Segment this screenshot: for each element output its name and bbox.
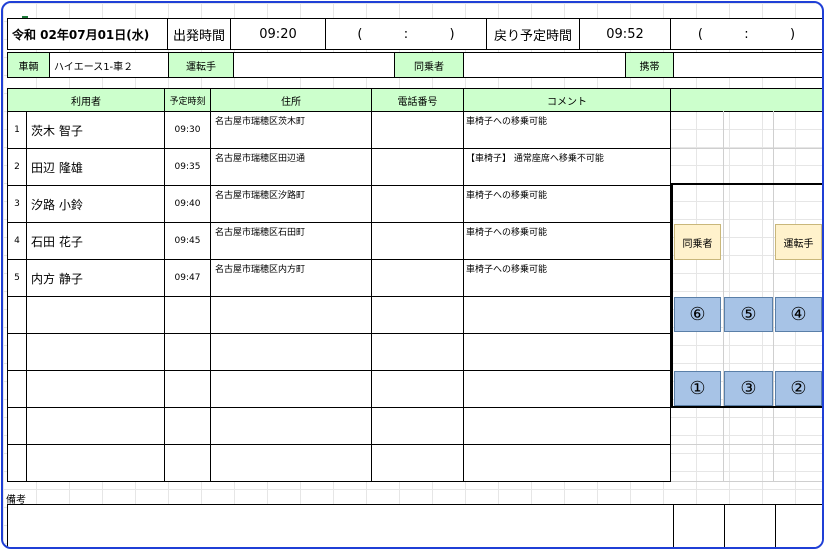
phone-number[interactable] (371, 111, 464, 149)
scheduled-time[interactable] (164, 444, 211, 482)
phone-number[interactable] (371, 148, 464, 186)
scheduled-time[interactable]: 09:30 (164, 111, 211, 149)
phone-number[interactable] (371, 259, 464, 297)
address[interactable] (210, 407, 372, 445)
comment[interactable]: 車椅子への移乗可能 (463, 111, 671, 149)
phone-value[interactable] (673, 52, 822, 78)
seatmap-gridline (671, 148, 822, 149)
row-number (7, 370, 27, 408)
row-number: 2 (7, 148, 27, 186)
companion-seat-tag: 同乗者 (674, 224, 721, 260)
depart-time-paren[interactable]: ( : ) (325, 18, 487, 50)
seat-3[interactable]: ③ (724, 371, 773, 406)
scheduled-time[interactable]: 09:45 (164, 222, 211, 260)
seat-1[interactable]: ① (674, 371, 721, 406)
phone-number[interactable] (371, 185, 464, 223)
depart-time[interactable]: 09:20 (230, 18, 326, 50)
scheduled-time[interactable] (164, 407, 211, 445)
companion-label: 同乗者 (394, 52, 464, 78)
seatmap-gridline (671, 444, 822, 445)
address[interactable] (210, 296, 372, 334)
vehicle-value[interactable]: ハイエース1-車２ (49, 52, 169, 78)
scheduled-time[interactable] (164, 296, 211, 334)
seat-5[interactable]: ⑤ (724, 297, 773, 332)
seatmap-gridline (671, 481, 822, 482)
scheduled-time[interactable]: 09:40 (164, 185, 211, 223)
row-number (7, 296, 27, 334)
address[interactable]: 名古屋市瑞穂区茨木町 (210, 111, 372, 149)
scheduled-time[interactable]: 09:47 (164, 259, 211, 297)
user-name[interactable] (26, 370, 165, 408)
comment[interactable] (463, 333, 671, 371)
comment[interactable] (463, 370, 671, 408)
user-name[interactable]: 田辺 隆雄 (26, 148, 165, 186)
seat-6[interactable]: ⑥ (674, 297, 721, 332)
comment[interactable]: 車椅子への移乗可能 (463, 185, 671, 223)
phone-number[interactable] (371, 444, 464, 482)
address[interactable] (210, 444, 372, 482)
user-name[interactable] (26, 296, 165, 334)
comment[interactable]: 車椅子への移乗可能 (463, 222, 671, 260)
driver-label: 運転手 (168, 52, 234, 78)
phone-number[interactable] (371, 333, 464, 371)
scheduled-time[interactable] (164, 370, 211, 408)
notes-extra-cell[interactable] (775, 504, 822, 547)
date-cell[interactable]: 令和 02年07月01日(水) (7, 18, 168, 50)
phone-label: 携帯 (625, 52, 674, 78)
col-header-seatmap (670, 88, 822, 112)
col-header-user: 利用者 (7, 88, 165, 112)
depart-label: 出発時間 (167, 18, 231, 50)
driver-value[interactable] (233, 52, 395, 78)
address[interactable]: 名古屋市瑞穂区石田町 (210, 222, 372, 260)
user-name[interactable] (26, 407, 165, 445)
seat-2[interactable]: ② (775, 371, 822, 406)
comment[interactable] (463, 296, 671, 334)
col-header-comment: コメント (463, 88, 671, 112)
address[interactable]: 名古屋市瑞穂区内方町 (210, 259, 372, 297)
comment[interactable] (463, 444, 671, 482)
driver-seat-tag: 運転手 (775, 224, 822, 260)
user-name[interactable] (26, 333, 165, 371)
comment[interactable]: 【車椅子】 通常座席へ移乗不可能 (463, 148, 671, 186)
row-number (7, 333, 27, 371)
vehicle-label: 車輌 (7, 52, 50, 78)
seat-4[interactable]: ④ (775, 297, 822, 332)
phone-number[interactable] (371, 222, 464, 260)
row-number (7, 444, 27, 482)
sheet-frame: 令和 02年07月01日(水) 出発時間 09:20 ( : ) 戻り予定時間 … (1, 1, 824, 549)
user-name[interactable]: 内方 静子 (26, 259, 165, 297)
row-number: 3 (7, 185, 27, 223)
row-number (7, 407, 27, 445)
companion-value[interactable] (463, 52, 626, 78)
col-header-time: 予定時刻 (164, 88, 211, 112)
notes-extra-cell[interactable] (673, 504, 725, 547)
user-name[interactable]: 石田 花子 (26, 222, 165, 260)
address[interactable] (210, 370, 372, 408)
scheduled-time[interactable] (164, 333, 211, 371)
user-name[interactable]: 茨木 智子 (26, 111, 165, 149)
col-header-address: 住所 (210, 88, 372, 112)
phone-number[interactable] (371, 370, 464, 408)
phone-number[interactable] (371, 407, 464, 445)
return-label: 戻り予定時間 (486, 18, 580, 50)
row-number: 5 (7, 259, 27, 297)
return-time[interactable]: 09:52 (579, 18, 671, 50)
user-name[interactable]: 汐路 小鈴 (26, 185, 165, 223)
notes-field[interactable] (7, 504, 674, 547)
return-time-paren[interactable]: ( : ) (670, 18, 822, 50)
scheduled-time[interactable]: 09:35 (164, 148, 211, 186)
row-number: 1 (7, 111, 27, 149)
comment[interactable]: 車椅子への移乗可能 (463, 259, 671, 297)
notes-extra-cell[interactable] (724, 504, 776, 547)
address[interactable]: 名古屋市瑞穂区田辺通 (210, 148, 372, 186)
comment[interactable] (463, 407, 671, 445)
row-number: 4 (7, 222, 27, 260)
user-name[interactable] (26, 444, 165, 482)
address[interactable]: 名古屋市瑞穂区汐路町 (210, 185, 372, 223)
col-header-phone: 電話番号 (371, 88, 464, 112)
address[interactable] (210, 333, 372, 371)
phone-number[interactable] (371, 296, 464, 334)
